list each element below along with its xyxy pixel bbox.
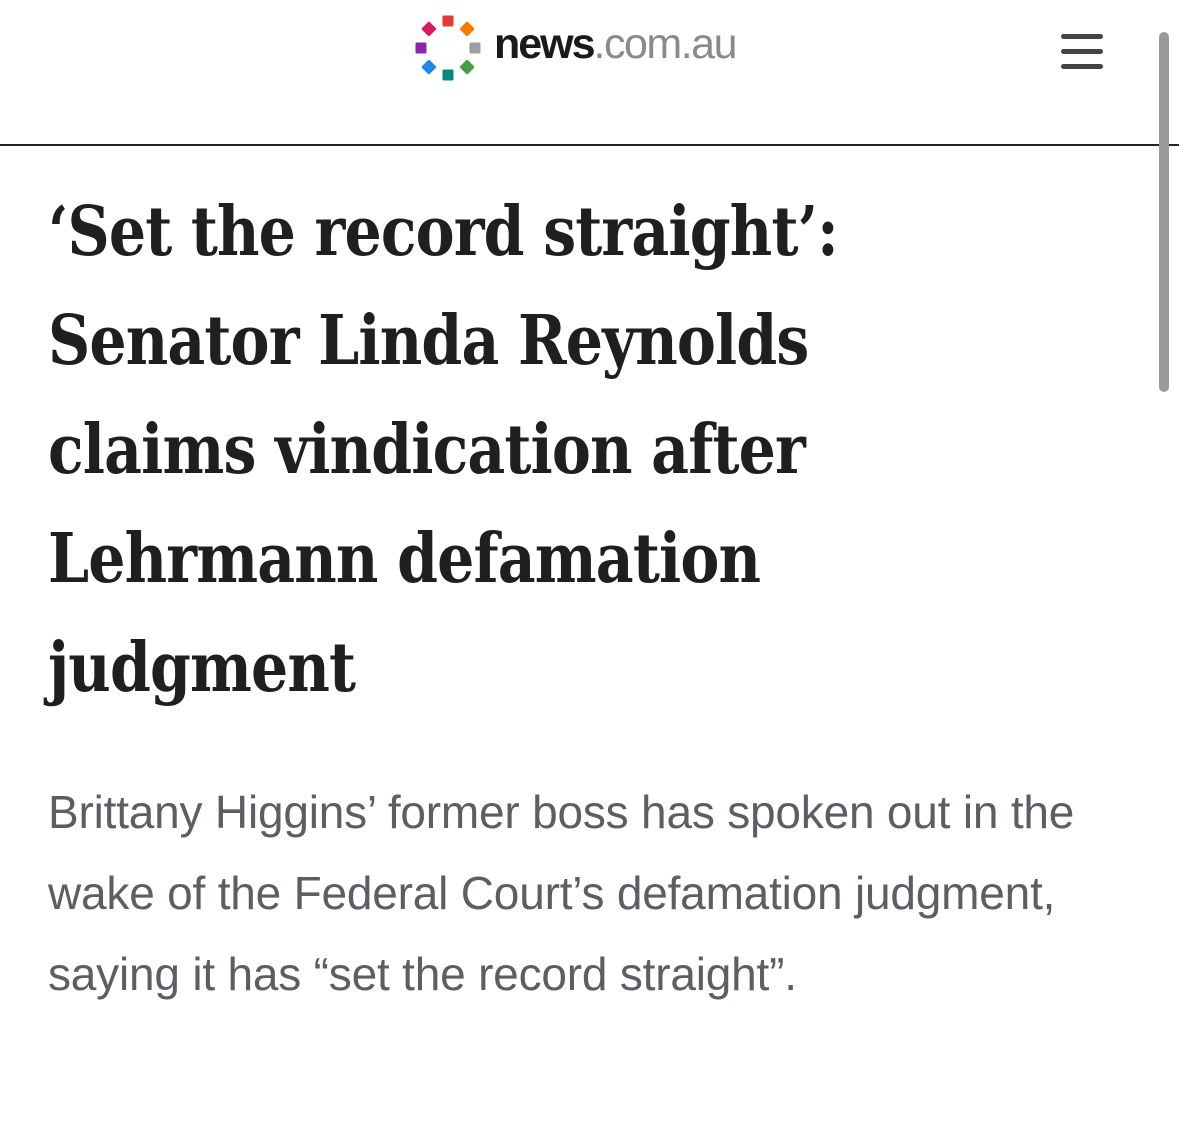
article-headline: ‘Set the record straight’: Senator Linda… <box>48 192 839 708</box>
logo-name: news <box>494 19 596 68</box>
header-divider <box>0 144 1179 146</box>
logo-dot <box>469 42 481 54</box>
page-scrollbar[interactable] <box>1159 32 1169 392</box>
site-header: news.com.au <box>0 0 1179 146</box>
logo-dot <box>459 21 475 37</box>
article-standfirst: Brittany Higgins’ former boss has spoken… <box>48 786 1075 1000</box>
logo-dot <box>442 69 454 81</box>
logo-domain: .com.au <box>593 19 738 68</box>
logo-wordmark: news.com.au <box>494 19 738 68</box>
logo-dot <box>421 21 437 37</box>
logo-dot <box>442 15 454 27</box>
logo-dot <box>421 59 437 75</box>
logo-dot <box>415 42 427 54</box>
logo-dots-icon <box>410 10 486 86</box>
site-logo[interactable]: news.com.au <box>410 10 738 86</box>
logo-dot <box>459 59 475 75</box>
menu-button[interactable] <box>1058 30 1108 72</box>
